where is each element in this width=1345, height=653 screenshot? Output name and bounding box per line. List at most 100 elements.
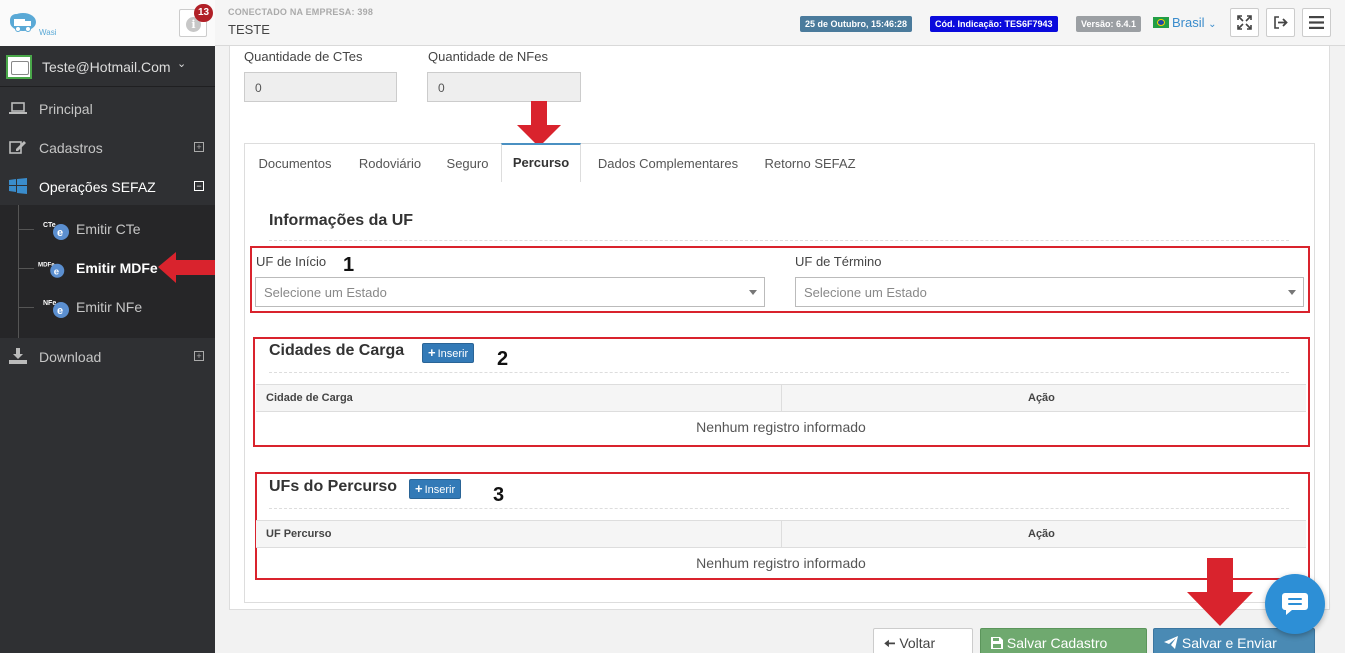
- version-badge: Versão: 6.4.1: [1076, 16, 1142, 32]
- uf-inicio-select[interactable]: Selecione um Estado: [255, 277, 765, 307]
- divider: [269, 508, 1289, 509]
- save-and-send-label: Salvar e Enviar: [1181, 635, 1277, 651]
- qtd-nfes-label: Quantidade de NFes: [428, 49, 548, 64]
- cidades-table-header: Cidade de Carga Ação: [256, 384, 1306, 412]
- sidebar-item-label: Cadastros: [39, 140, 103, 156]
- qtd-nfes-field[interactable]: 0: [427, 72, 581, 102]
- sidebar-item-label: Emitir CTe: [76, 221, 141, 237]
- caret-down-icon: [1288, 290, 1296, 295]
- chevron-down-icon: ⌄: [177, 58, 187, 70]
- svg-text:CTe: CTe: [43, 222, 56, 229]
- user-menu[interactable]: Teste@Hotmail.Com ⌄: [0, 46, 215, 87]
- red-arrow-down-icon: [517, 101, 561, 147]
- tree-tick: [18, 268, 34, 269]
- language-selector[interactable]: Brasil ⌄: [1153, 15, 1217, 30]
- tab-percurso[interactable]: Percurso: [501, 143, 581, 183]
- save-label: Salvar Cadastro: [1006, 635, 1108, 651]
- tab-dados-complementares[interactable]: Dados Complementares: [583, 144, 753, 183]
- sidebar-item-emitir-cte[interactable]: CTe e Emitir CTe: [0, 210, 215, 248]
- sidebar-item-label: Download: [39, 349, 102, 365]
- sidebar-item-operacoes-sefaz[interactable]: Operações SEFAZ −: [0, 167, 215, 206]
- referral-code-badge: Cód. Indicação: TES6F7943: [930, 16, 1058, 32]
- ufs-section-title: UFs do Percurso: [269, 478, 398, 495]
- red-arrow-left-icon: [158, 252, 215, 283]
- ufs-table-header: UF Percurso Ação: [256, 520, 1306, 548]
- svg-text:e: e: [54, 266, 60, 277]
- menu-button[interactable]: [1302, 8, 1331, 37]
- insert-cidade-button[interactable]: + Inserir: [422, 343, 475, 363]
- user-name: Teste@Hotmail.Com: [42, 59, 171, 75]
- col-cidade-de-carga: Cidade de Carga: [266, 392, 353, 404]
- sidebar-item-download[interactable]: Download +: [0, 337, 215, 376]
- paper-plane-icon: [1164, 636, 1178, 649]
- tree-tick: [18, 229, 34, 230]
- logo-text: Wasi: [39, 28, 57, 37]
- svg-text:e: e: [57, 227, 63, 239]
- mdfe-document-icon: MDFe e: [38, 261, 65, 278]
- tab-seguro[interactable]: Seguro: [435, 144, 500, 183]
- sidebar-item-label: Operações SEFAZ: [39, 179, 156, 195]
- divider: [269, 240, 1289, 241]
- column-divider: [781, 521, 782, 547]
- divider: [269, 372, 1289, 373]
- date-badge: 25 de Outubro, 15:46:28: [800, 16, 913, 32]
- fullscreen-icon: [1237, 15, 1252, 30]
- column-divider: [781, 385, 782, 411]
- back-label: Voltar: [899, 635, 936, 651]
- qtd-ctes-field[interactable]: 0: [244, 72, 397, 102]
- arrow-left-icon: 🠤: [884, 635, 896, 651]
- nfe-document-icon: NFe e: [43, 300, 69, 318]
- uf-inicio-label: UF de Início: [256, 254, 327, 269]
- ufs-empty-row: Nenhum registro informado: [696, 555, 866, 571]
- uf-inicio-placeholder: Selecione um Estado: [264, 285, 387, 300]
- edit-icon: [9, 141, 26, 154]
- logout-icon: [1274, 16, 1288, 29]
- cte-document-icon: CTe e: [43, 222, 69, 240]
- sidebar-item-label: Emitir MDFe: [76, 260, 158, 276]
- logout-button[interactable]: [1266, 8, 1295, 37]
- chevron-down-icon: ⌄: [1208, 19, 1217, 30]
- expand-icon: +: [194, 142, 204, 152]
- insert-uf-button[interactable]: + Inserir: [409, 479, 462, 499]
- menu-icon: [1309, 16, 1324, 29]
- col-acao: Ação: [1028, 528, 1055, 540]
- top-bar: Wasi i 13 CONECTADO NA EMPRESA: 398 TEST…: [0, 0, 1345, 46]
- chat-button[interactable]: [1265, 574, 1325, 634]
- fullscreen-button[interactable]: [1230, 8, 1259, 37]
- step-marker-2: 2: [497, 348, 509, 370]
- save-button[interactable]: Salvar Cadastro: [980, 628, 1147, 653]
- uf-termino-placeholder: Selecione um Estado: [804, 285, 927, 300]
- plus-icon: +: [428, 345, 436, 360]
- tab-documentos[interactable]: Documentos: [245, 144, 345, 183]
- back-button[interactable]: 🠤 Voltar: [873, 628, 973, 653]
- sidebar-item-cadastros[interactable]: Cadastros +: [0, 128, 215, 167]
- logo-icon: [10, 13, 36, 32]
- download-icon: [9, 348, 27, 364]
- sidebar: Teste@Hotmail.Com ⌄ Principal Cadastros …: [0, 46, 215, 653]
- qtd-ctes-label: Quantidade de CTes: [244, 49, 363, 64]
- sidebar-item-label: Principal: [39, 101, 93, 117]
- tab-retorno-sefaz[interactable]: Retorno SEFAZ: [755, 144, 865, 183]
- tab-bar: Documentos Rodoviário Seguro Percurso Da…: [244, 143, 1315, 183]
- expand-icon: +: [194, 351, 204, 361]
- insert-label: Inserir: [437, 348, 469, 360]
- red-arrow-down-icon: [1187, 558, 1253, 626]
- avatar: [6, 55, 32, 79]
- company-name: TESTE: [228, 22, 270, 37]
- laptop-icon: [9, 102, 27, 114]
- tab-rodoviario[interactable]: Rodoviário: [345, 144, 435, 183]
- step-marker-1: 1: [343, 254, 355, 276]
- collapse-icon: −: [194, 181, 204, 191]
- uf-termino-select[interactable]: Selecione um Estado: [795, 277, 1304, 307]
- cidades-section-title: Cidades de Carga: [269, 342, 405, 359]
- sidebar-item-principal[interactable]: Principal: [0, 89, 215, 128]
- save-icon: [991, 637, 1003, 649]
- insert-label: Inserir: [424, 484, 456, 496]
- cidades-empty-row: Nenhum registro informado: [696, 419, 866, 435]
- notifications-badge: 13: [194, 4, 213, 22]
- windows-icon: [9, 178, 27, 194]
- brazil-flag-icon: [1153, 17, 1169, 28]
- sidebar-item-emitir-nfe[interactable]: NFe e Emitir NFe: [0, 288, 215, 326]
- col-acao: Ação: [1028, 392, 1055, 404]
- sidebar-item-label: Emitir NFe: [76, 299, 143, 315]
